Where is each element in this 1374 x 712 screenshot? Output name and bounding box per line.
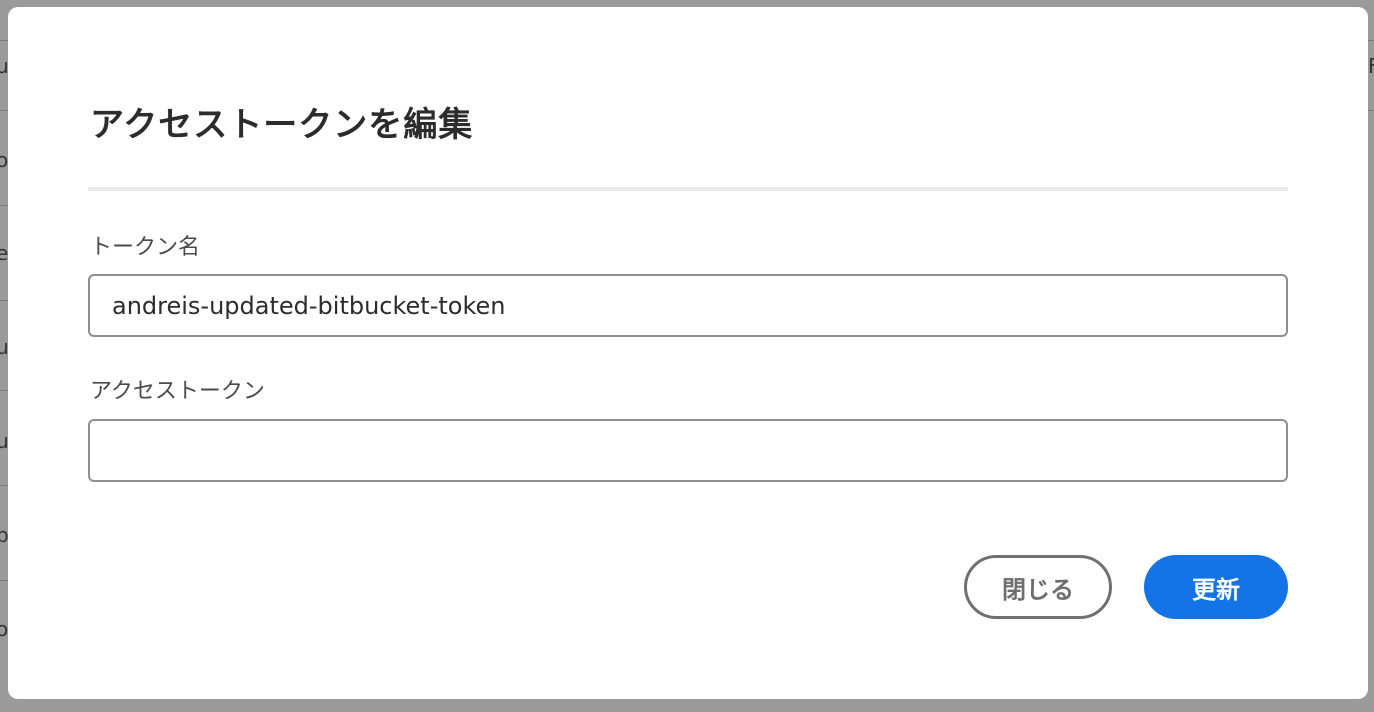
background-row-divider [0, 205, 8, 206]
background-row-divider [0, 40, 8, 41]
background-row-divider [0, 485, 8, 486]
access-token-input[interactable] [88, 419, 1288, 482]
background-cell-text: o [0, 148, 8, 172]
background-row-divider [0, 110, 8, 111]
token-name-label: トークン名 [90, 235, 201, 260]
background-table-left-edge: u o e u u b o [0, 40, 8, 660]
background-row-divider [0, 300, 8, 301]
edit-access-token-dialog: アクセストークンを編集 トークン名 アクセストークン 閉じる 更新 [8, 7, 1368, 699]
background-cell-text: u [0, 335, 8, 359]
token-name-input[interactable] [88, 274, 1288, 337]
background-cell-text: o [0, 617, 8, 641]
background-cell-text: u [0, 54, 8, 78]
background-cell-text: b [0, 523, 8, 547]
background-row-divider [0, 580, 8, 581]
background-row-divider [0, 390, 8, 391]
dialog-title: アクセストークンを編集 [90, 105, 474, 145]
background-cell-text: e [0, 241, 8, 265]
title-divider [88, 187, 1288, 191]
background-cell-text: F [1368, 54, 1374, 78]
background-row-divider [1368, 40, 1374, 41]
update-button[interactable]: 更新 [1144, 555, 1288, 619]
access-token-label: アクセストークン [90, 379, 265, 404]
background-row-divider [1368, 110, 1374, 111]
background-table-right-edge: F [1368, 40, 1374, 660]
close-button[interactable]: 閉じる [964, 555, 1112, 619]
background-cell-text: u [0, 429, 8, 453]
